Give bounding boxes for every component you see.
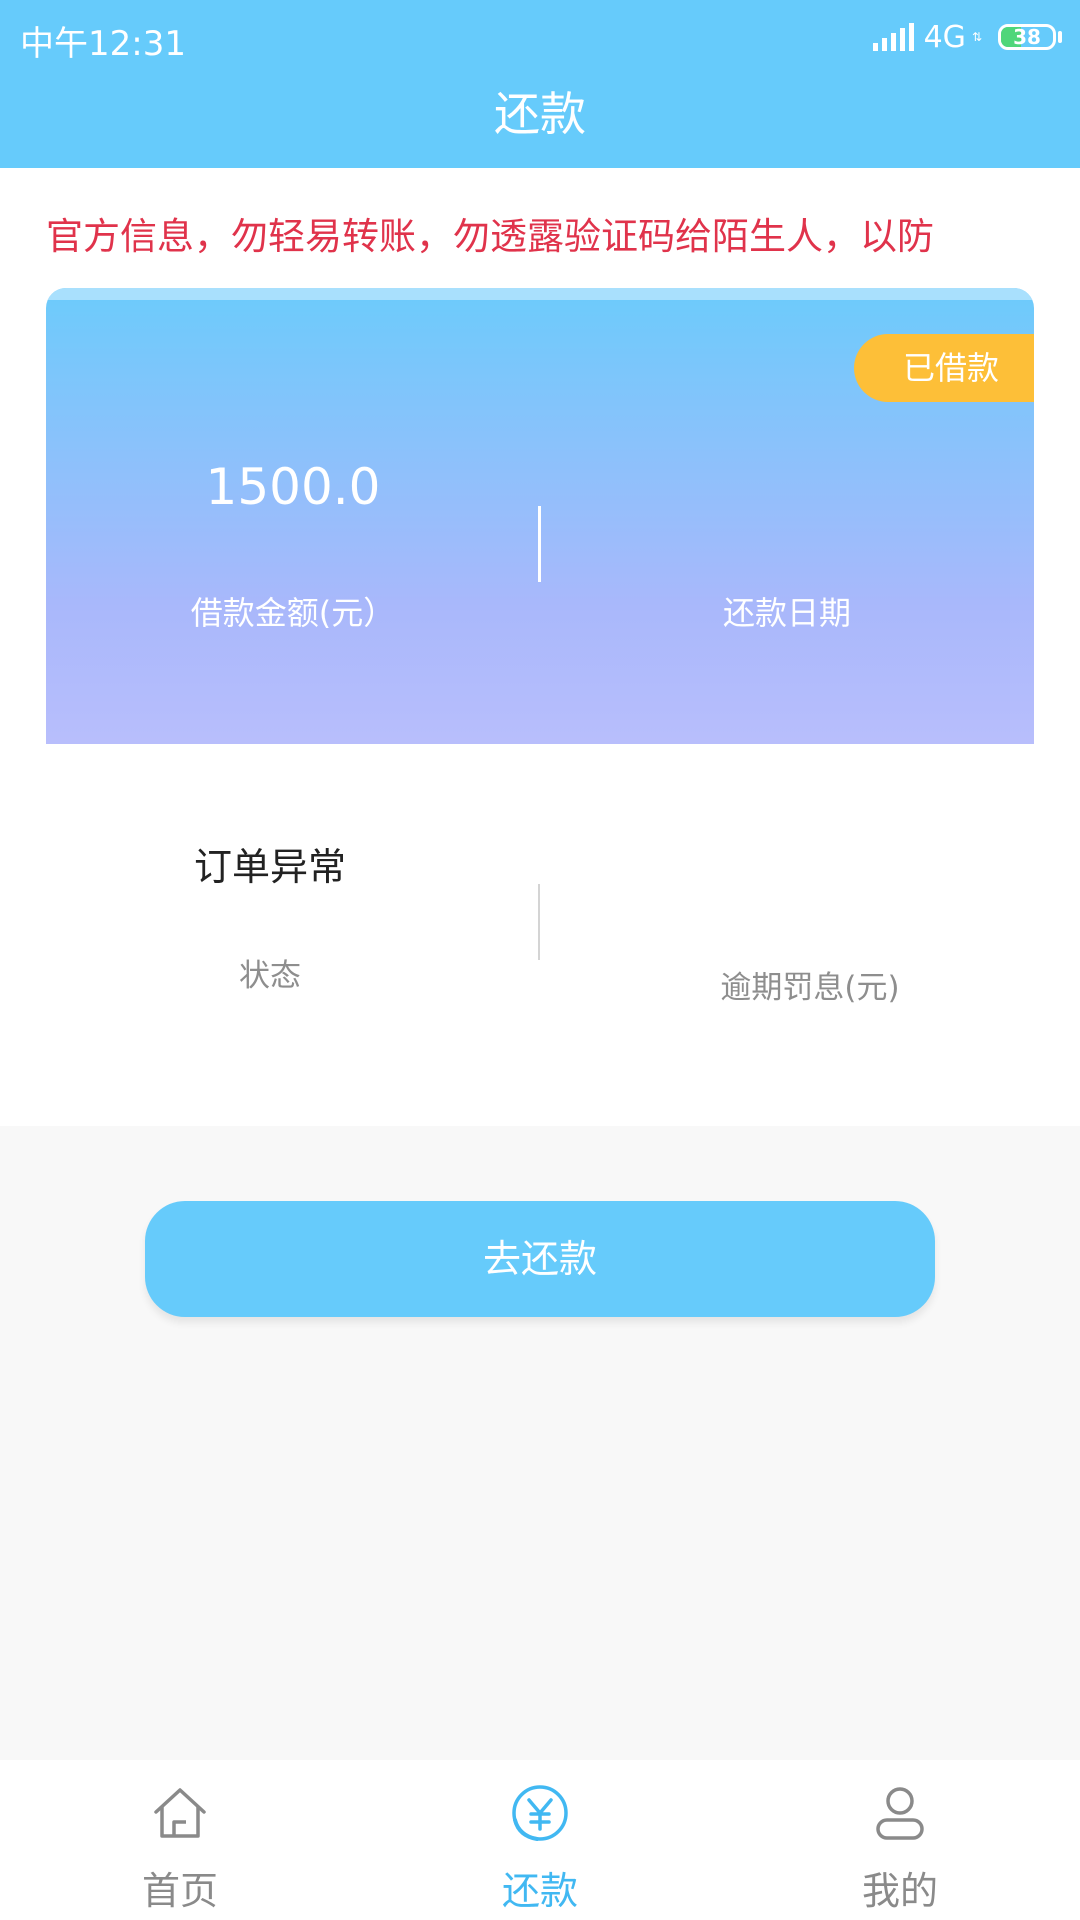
card-top-strip [46,288,1034,300]
nav-label-repay: 还款 [501,1869,578,1913]
nav-item-mine[interactable]: 我的 [720,1760,1080,1920]
card-divider [538,506,541,582]
nav-item-repay[interactable]: 还款 [360,1760,720,1920]
scam-warning-marquee: 官方信息，勿轻易转账，勿透露验证码给陌生人，以防 [46,215,934,258]
loan-amount: 1500.0 [205,458,381,516]
signal-icon [872,23,914,51]
go-repay-button[interactable]: 去还款 [145,1201,935,1317]
bottom-nav: 首页 还款 我的 [0,1760,1080,1920]
due-date-label: 还款日期 [722,594,851,632]
data-activity-icon: ⇅ [971,30,982,44]
order-status-value: 订单异常 [193,845,346,889]
info-divider [538,884,540,960]
nav-label-home: 首页 [141,1869,218,1913]
order-status-label: 状态 [239,958,301,994]
status-indicators: 4G ⇅ 38 [872,18,1062,56]
network-type: 4G [923,19,966,55]
loan-status-badge: 已借款 [854,334,1034,402]
loan-amount-label: 借款金额(元） [190,594,396,632]
battery-icon: 38 [998,24,1056,50]
status-time: 中午12:31 [20,24,186,64]
nav-label-mine: 我的 [861,1869,938,1913]
nav-item-home[interactable]: 首页 [0,1760,360,1920]
battery-percent: 38 [1013,25,1041,49]
loan-summary-card: 已借款 1500.0 借款金额(元） 还款日期 [46,288,1034,744]
app-header: 中午12:31 4G ⇅ 38 还款 [0,0,1080,168]
main-content: 官方信息，勿轻易转账，勿透露验证码给陌生人，以防 已借款 1500.0 借款金额… [0,168,1080,1126]
page-title: 还款 [494,87,586,141]
battery-cap [1058,31,1062,43]
repayment-screen: 中午12:31 4G ⇅ 38 还款 官方信息，勿轻易转账，勿透露验证码给陌生人… [0,0,1080,1920]
home-icon [154,1788,206,1838]
yuan-circle-icon [512,1785,568,1841]
user-icon [876,1787,924,1840]
overdue-penalty-label: 逾期罚息(元) [720,970,900,1006]
